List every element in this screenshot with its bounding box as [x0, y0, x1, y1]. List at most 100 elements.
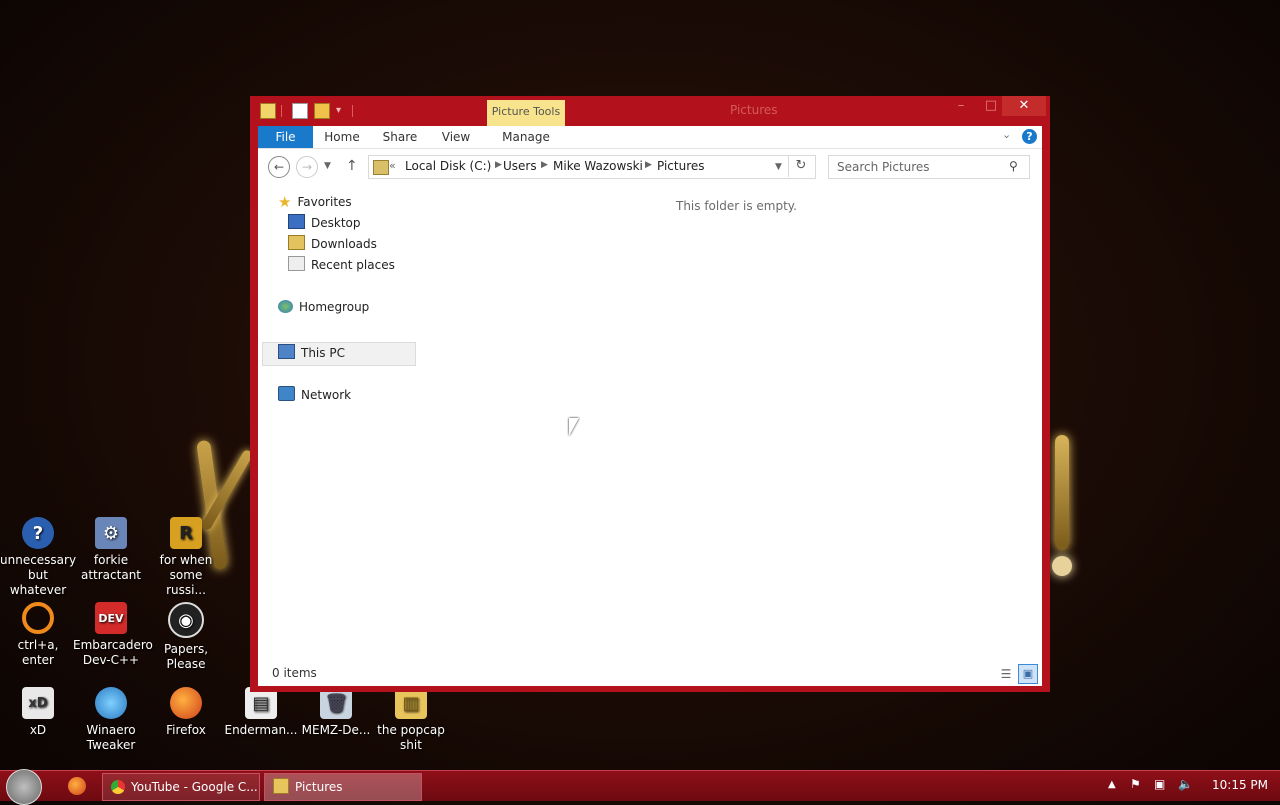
details-view-icon: ☰ [1000, 667, 1012, 681]
help-icon[interactable]: ? [1022, 129, 1037, 144]
nav-recent-places[interactable]: Recent places [288, 255, 395, 275]
desktop-icon-label: xD [29, 723, 47, 737]
explorer-window: ▾ Picture Tools Pictures – □ ✕ File Home… [250, 96, 1050, 692]
desktop-icon-xd[interactable]: xD xD [0, 687, 76, 738]
wallpaper-decoration-right [1055, 435, 1069, 550]
volume-muted-icon[interactable]: 🔈 [1178, 777, 1193, 791]
desktop-icon-papers-please[interactable]: ◉ Papers, Please [148, 602, 224, 672]
nav-label: Network [301, 388, 352, 402]
desktop-icon-winaero[interactable]: Winaero Tweaker [73, 687, 149, 753]
desktop-icon-label: the popcap shit [377, 723, 445, 752]
nav-label: Desktop [311, 216, 361, 230]
minimize-button[interactable]: – [946, 96, 976, 116]
navigation-pane: ★ Favorites Desktop Downloads Recent plac… [258, 185, 418, 662]
address-bar[interactable]: « Local Disk (C:) ▶ Users ▶ Mike Wazowsk… [368, 155, 816, 179]
firefox-pinned-icon[interactable] [68, 777, 86, 795]
large-icons-view-icon: ▣ [1022, 667, 1034, 680]
desktop-icon-enderman[interactable]: ▤ Enderman... [223, 687, 299, 738]
folder-properties-icon[interactable] [260, 103, 276, 119]
winaero-icon [95, 687, 127, 719]
desktop-icon-memz[interactable]: 🗑 MEMZ-De... [298, 687, 374, 738]
breadcrumb-user[interactable]: Mike Wazowski [553, 159, 643, 173]
desktop-icon-devcpp[interactable]: DEV Embarcadero Dev-C++ [73, 602, 153, 668]
recent-locations-icon[interactable]: ▼ [324, 161, 331, 171]
tab-share[interactable]: Share [379, 126, 421, 148]
close-button[interactable]: ✕ [1002, 96, 1046, 116]
nav-label: Recent places [311, 258, 395, 272]
search-box[interactable]: ⚲ [828, 155, 1030, 179]
navigation-bar: ← → ▼ ↑ « Local Disk (C:) ▶ Users ▶ Mike… [258, 149, 1042, 185]
pictures-folder-icon [373, 160, 389, 175]
network-icon [278, 386, 295, 401]
ribbon-tabs: File Home Share View Manage ⌄ ? [258, 126, 1042, 149]
desktop-icon-label: ctrl+a, enter [17, 638, 59, 667]
breadcrumb-users[interactable]: Users [503, 159, 537, 173]
tab-view[interactable]: View [436, 126, 476, 148]
chevron-right-icon[interactable]: ▶ [541, 160, 548, 170]
address-overflow[interactable]: « [389, 159, 396, 172]
forward-button[interactable]: → [296, 156, 318, 178]
new-document-icon[interactable] [292, 103, 308, 119]
desktop-icon-firefox[interactable]: Firefox [148, 687, 224, 738]
details-view-button[interactable]: ☰ [996, 664, 1016, 684]
taskbar-item-label: Pictures [295, 780, 343, 794]
refresh-button[interactable]: ↻ [788, 155, 813, 177]
chevron-right-icon[interactable]: ▶ [495, 160, 502, 170]
desktop-icon-forkie[interactable]: ⚙ forkie attractant [73, 517, 149, 583]
title-bar[interactable]: ▾ Picture Tools Pictures – □ ✕ [250, 96, 1050, 126]
taskbar-item-pictures[interactable]: Pictures [264, 773, 422, 801]
large-icons-view-button[interactable]: ▣ [1018, 664, 1038, 684]
desktop-icon-label: Papers, Please [163, 642, 209, 671]
address-history-icon[interactable]: ▼ [775, 162, 782, 172]
chrome-icon [111, 780, 125, 794]
computer-icon [278, 344, 295, 359]
search-icon[interactable]: ⚲ [1009, 159, 1018, 173]
nav-downloads[interactable]: Downloads [288, 234, 377, 254]
desktop-icon [288, 214, 305, 229]
taskbar-item-chrome[interactable]: YouTube - Google C... [102, 773, 260, 801]
image-shortcut-icon: R [170, 517, 202, 549]
desktop-icon-label: for when some russi... [159, 553, 213, 597]
quick-access-separator [281, 105, 282, 117]
papers-please-icon: ◉ [168, 602, 204, 638]
desktop-icon-unnecessary[interactable]: ? unnecessary but whatever [0, 517, 76, 598]
nav-desktop[interactable]: Desktop [288, 213, 361, 233]
expand-ribbon-icon[interactable]: ⌄ [1002, 128, 1011, 141]
window-title: Pictures [730, 103, 778, 117]
desktop-icon-label: unnecessary but whatever [0, 553, 77, 597]
tab-manage[interactable]: Manage [494, 126, 558, 148]
desktop-icon-russi[interactable]: R for when some russi... [148, 517, 224, 598]
tab-home[interactable]: Home [321, 126, 363, 148]
help-shortcut-icon: ? [22, 517, 54, 549]
desktop-icon-label: forkie attractant [80, 553, 142, 582]
chevron-right-icon[interactable]: ▶ [645, 160, 652, 170]
desktop-icon-ctrl-a[interactable]: ctrl+a, enter [0, 602, 76, 668]
nav-network[interactable]: Network [278, 385, 351, 405]
up-button[interactable]: ↑ [346, 158, 358, 174]
homegroup-icon [278, 300, 293, 313]
desktop-icon-popcap[interactable]: ▥ the popcap shit [373, 687, 449, 753]
taskbar-item-label: YouTube - Google C... [131, 780, 258, 794]
breadcrumb-local-disk[interactable]: Local Disk (C:) [405, 159, 491, 173]
app-shortcut-icon: ⚙ [95, 517, 127, 549]
new-folder-icon[interactable] [314, 103, 330, 119]
tab-file[interactable]: File [258, 126, 313, 148]
nav-homegroup[interactable]: Homegroup [278, 297, 369, 317]
firefox-icon [170, 687, 202, 719]
quick-access-separator [352, 105, 353, 117]
desktop-icon-label: Winaero Tweaker [86, 723, 136, 752]
show-hidden-icons-icon[interactable]: ▲ [1108, 779, 1116, 790]
clock[interactable]: 10:15 PM [1212, 778, 1268, 792]
content-area: ★ Favorites Desktop Downloads Recent plac… [258, 185, 1042, 662]
customize-quick-access-icon[interactable]: ▾ [336, 105, 341, 116]
action-center-flag-icon[interactable]: ⚑ [1130, 777, 1141, 791]
folder-icon [273, 778, 289, 794]
item-count: 0 items [272, 666, 317, 680]
network-tray-icon[interactable]: ▣ [1154, 777, 1165, 791]
breadcrumb-pictures[interactable]: Pictures [657, 159, 705, 173]
nav-favorites[interactable]: ★ Favorites [278, 192, 352, 212]
nav-this-pc[interactable]: This PC [278, 343, 345, 363]
star-icon: ★ [278, 193, 292, 211]
back-button[interactable]: ← [268, 156, 290, 178]
search-input[interactable] [835, 158, 1009, 176]
